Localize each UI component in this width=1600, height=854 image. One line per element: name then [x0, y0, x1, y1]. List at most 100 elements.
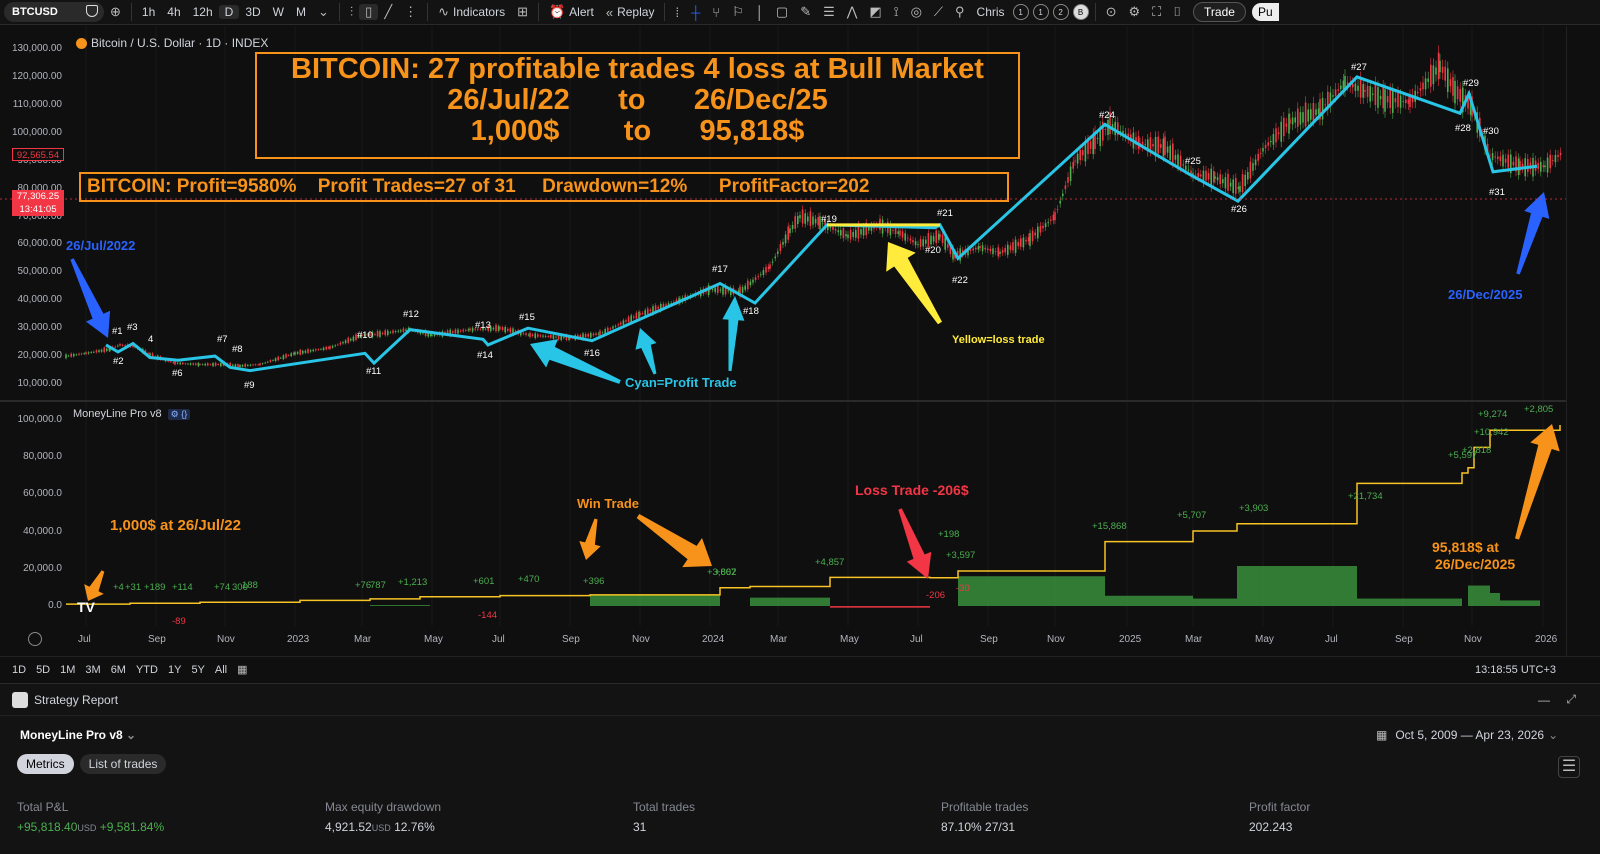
vertical-line-icon[interactable]: │	[750, 5, 770, 20]
candle-body	[542, 335, 544, 337]
candle-body	[296, 352, 299, 354]
replay-button[interactable]: «Replay	[600, 5, 661, 20]
range-6m[interactable]: 6M	[111, 664, 126, 676]
report-title[interactable]: Strategy Report	[34, 693, 118, 707]
zoom-icon[interactable]: ⊙	[1100, 4, 1123, 20]
templates-icon[interactable]: ⊞	[511, 4, 534, 20]
candle-body	[977, 246, 980, 250]
rectangle-icon[interactable]: ▢	[770, 4, 794, 20]
bar-style-icon[interactable]: ⫶	[344, 4, 359, 20]
indicator-settings-icon[interactable]: ⚙ {}	[167, 408, 191, 420]
candle-body	[897, 231, 899, 234]
candle-body	[932, 236, 935, 242]
fib-icon[interactable]: ☰	[817, 4, 841, 20]
chart-type-dropdown-icon[interactable]: ⋮	[398, 4, 423, 20]
candle-body	[462, 329, 464, 332]
settings-icon[interactable]: ⚙	[1122, 4, 1146, 20]
line-style-icon[interactable]: ╱	[378, 4, 398, 20]
candle-body	[754, 277, 757, 281]
date-range-selector[interactable]: ▦ Oct 5, 2009 — Apr 23, 2026 ⌄	[1376, 728, 1558, 742]
interval-4h[interactable]: 4h	[161, 5, 186, 19]
right-scale-strip[interactable]	[1566, 26, 1600, 656]
candle-body	[1382, 86, 1384, 109]
candle-body	[187, 363, 189, 365]
candle-body	[1152, 144, 1154, 147]
candle-body	[587, 333, 589, 337]
interval-d[interactable]: D	[218, 5, 240, 19]
candle-body	[665, 304, 667, 306]
visibility-icon[interactable]: ⚲	[949, 4, 971, 20]
symbol-label: BTCUSD	[12, 6, 58, 18]
interval-3d[interactable]: 3D	[239, 5, 266, 19]
candle-body	[257, 364, 259, 366]
publish-button[interactable]: Pu	[1251, 3, 1279, 21]
layout-1-button[interactable]: 1	[1012, 4, 1029, 20]
layout-2-button[interactable]: 1	[1032, 4, 1049, 20]
pattern-icon[interactable]: ⋀	[841, 4, 864, 20]
range-1y[interactable]: 1Y	[168, 664, 181, 676]
candle-body	[507, 328, 509, 331]
interval-m[interactable]: M	[290, 5, 312, 19]
interval-dropdown-icon[interactable]: ⌄	[312, 4, 335, 20]
metric-value: 202.243	[1249, 820, 1293, 834]
chart-area[interactable]: 130,000.00 120,000.00 110,000.00 100,000.00…	[0, 26, 1566, 656]
trade-button[interactable]: Trade	[1193, 2, 1246, 22]
layout-b-button[interactable]: B	[1072, 4, 1089, 20]
interval-w[interactable]: W	[267, 5, 290, 19]
utc-clock[interactable]: 13:18:55 UTC+3	[1475, 664, 1556, 676]
candle-body	[1456, 86, 1459, 100]
flag-icon[interactable]: ⚐	[726, 4, 750, 20]
crosshair-icon[interactable]: ┼	[685, 5, 706, 20]
candle-body	[552, 335, 555, 339]
drag-handle-icon[interactable]: ⁞	[669, 5, 685, 20]
camera-icon[interactable]: ⌷	[1167, 4, 1187, 20]
range-1d[interactable]: 1D	[12, 664, 26, 676]
pitchfork-icon[interactable]: ⑂	[706, 5, 726, 20]
candle-body	[860, 229, 862, 235]
target-icon[interactable]: ◎	[905, 4, 928, 20]
symbol-title[interactable]: Bitcoin / U.S. Dollar · 1D · INDEX	[76, 36, 268, 50]
candle-body	[67, 355, 70, 357]
annotation-arrow	[1516, 192, 1550, 275]
candle-body	[814, 218, 817, 224]
tab-list-of-trades[interactable]: List of trades	[79, 754, 167, 774]
candle-body	[374, 334, 376, 335]
timezone-icon[interactable]	[28, 632, 42, 646]
range-3m[interactable]: 3M	[85, 664, 100, 676]
range-all[interactable]: All	[215, 664, 227, 676]
range-1m[interactable]: 1M	[60, 664, 75, 676]
trade-pnl-label: +3,903	[1239, 503, 1269, 514]
interval-12h[interactable]: 12h	[187, 5, 219, 19]
alert-button[interactable]: ⏰ Alert	[543, 4, 600, 20]
interval-1h[interactable]: 1h	[136, 5, 161, 19]
candle-body	[247, 364, 249, 366]
indicator-title[interactable]: MoneyLine Pro v8 ⚙ {}	[73, 408, 191, 420]
metric-extra: 12.76%	[394, 820, 435, 834]
candle-body	[1257, 153, 1259, 161]
win-trade-note: Win Trade	[577, 496, 640, 511]
add-symbol-icon[interactable]: ⊕	[104, 4, 127, 20]
symbol-search[interactable]: BTCUSD	[4, 2, 104, 22]
range-ytd[interactable]: YTD	[136, 664, 158, 676]
candle-body	[320, 349, 322, 350]
tab-metrics[interactable]: Metrics	[17, 754, 74, 774]
indicators-button[interactable]: ∿ Indicators	[432, 4, 511, 20]
expand-icon[interactable]: ⤢	[1566, 692, 1576, 707]
user-menu[interactable]: Chris	[971, 5, 1011, 19]
layout-3-button[interactable]: 2	[1052, 4, 1069, 20]
candle-body	[1407, 99, 1410, 104]
measure-icon[interactable]: ⟋	[928, 4, 949, 20]
date-range-icon[interactable]: ▦	[237, 663, 247, 676]
menu-icon[interactable]: ☰	[1558, 756, 1580, 778]
forecast-icon[interactable]: ⟟	[888, 4, 905, 20]
range-5d[interactable]: 5D	[36, 664, 50, 676]
strategy-selector[interactable]: MoneyLine Pro v8 ⌄	[20, 728, 136, 742]
long-position-icon[interactable]: ◩	[863, 4, 887, 20]
fullscreen-icon[interactable]: ⛶	[1146, 4, 1167, 20]
minimize-icon[interactable]: —	[1538, 693, 1550, 707]
tradingview-logo[interactable]: TV	[77, 599, 95, 615]
candles-icon[interactable]: ▯	[359, 4, 379, 20]
range-5y[interactable]: 5Y	[191, 664, 204, 676]
candle-body	[114, 346, 116, 348]
brush-icon[interactable]: ✎	[794, 4, 817, 20]
